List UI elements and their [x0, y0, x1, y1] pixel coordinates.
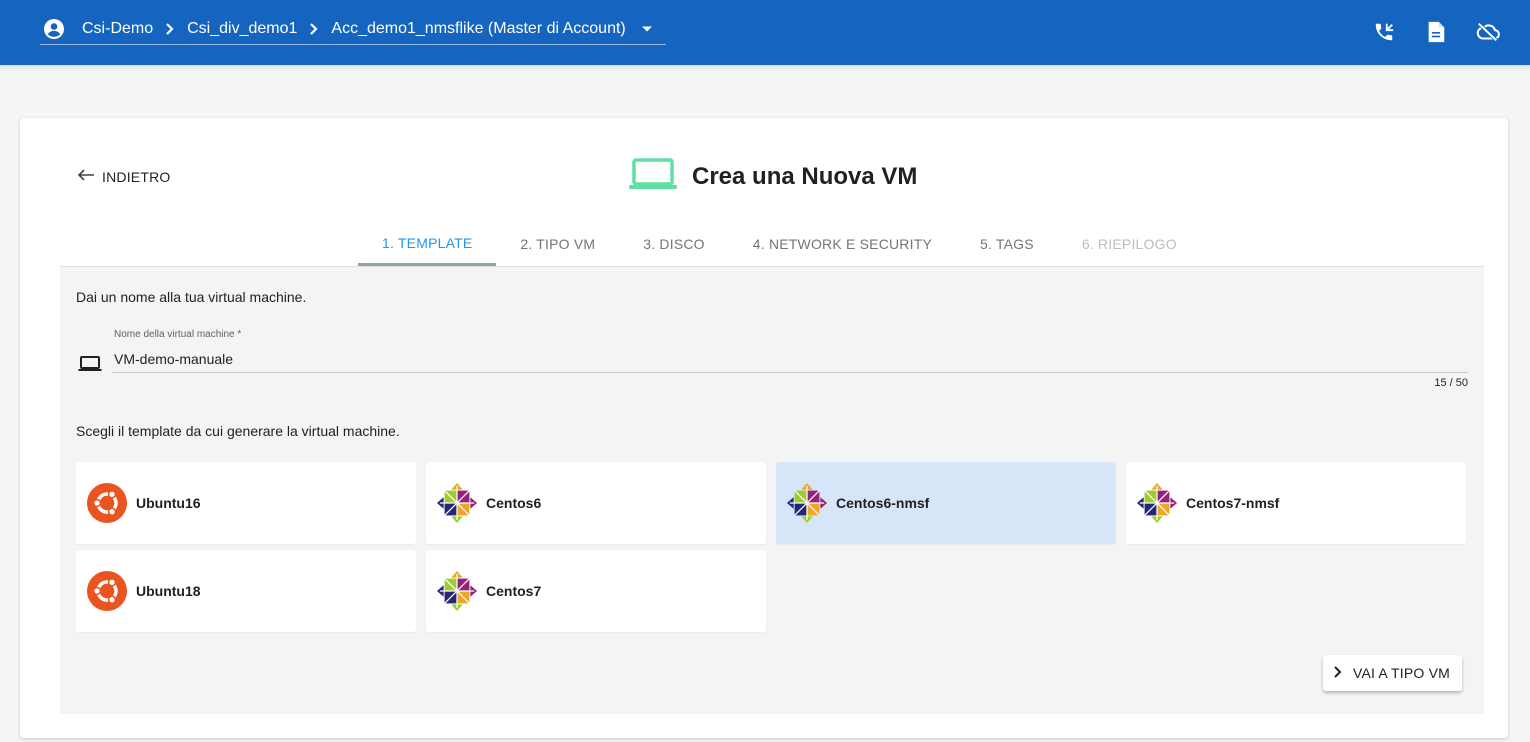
template-grid: Ubuntu16 Centos6 Centos6-nmsf Centos7-nm…: [76, 462, 1468, 632]
laptop-icon: [628, 156, 678, 197]
template-name: Ubuntu18: [136, 583, 201, 599]
name-instructions: Dai un nome alla tua virtual machine.: [76, 289, 307, 305]
tab-tipo-vm[interactable]: 2. TIPO VM: [496, 222, 619, 266]
breadcrumb-item-customer[interactable]: Csi-Demo: [82, 20, 153, 38]
tab-network-security[interactable]: 4. NETWORK E SECURITY: [729, 222, 956, 266]
template-name: Centos7: [486, 583, 542, 599]
tab-template[interactable]: 1. TEMPLATE: [358, 222, 497, 266]
back-button-label: INDIETRO: [102, 168, 171, 185]
template-instructions: Scegli il template da cui generare la vi…: [76, 423, 400, 439]
centos-logo-icon: [1136, 482, 1178, 524]
char-counter: 15 / 50: [1434, 377, 1468, 389]
arrow-left-icon: [76, 168, 96, 185]
breadcrumb-item-division[interactable]: Csi_div_demo1: [187, 20, 297, 38]
tab-disco[interactable]: 3. DISCO: [619, 222, 729, 266]
page-title: Crea una Nuova VM: [692, 162, 918, 190]
vm-name-input[interactable]: [112, 345, 1468, 373]
centos-logo-icon: [436, 570, 478, 612]
vm-name-label: Nome della virtual machine *: [114, 329, 242, 340]
template-card-centos6-nmsf[interactable]: Centos6-nmsf: [776, 462, 1116, 544]
centos-logo-icon: [786, 482, 828, 524]
app-bar: Csi-Demo Csi_div_demo1 Acc_demo1_nmsflik…: [0, 0, 1530, 71]
ubuntu-logo-icon: [86, 570, 128, 612]
page-header: Crea una Nuova VM: [628, 156, 917, 197]
template-card-centos7[interactable]: Centos7: [426, 550, 766, 632]
breadcrumb-item-account[interactable]: Acc_demo1_nmsflike (Master di Account): [331, 20, 625, 38]
go-to-vm-type-label: VAI A TIPO VM: [1352, 665, 1450, 681]
template-name: Centos6: [486, 495, 542, 511]
app-bar-shadow: [0, 65, 1530, 71]
chevron-right-icon: [159, 18, 181, 40]
phone-forward-icon[interactable]: [1372, 20, 1396, 44]
chevron-right-icon: [303, 18, 325, 40]
template-name: Centos6-nmsf: [836, 495, 930, 511]
create-vm-card: INDIETRO Crea una Nuova VM 1. TEMPLATE 2…: [20, 118, 1508, 738]
laptop-icon: [76, 352, 104, 376]
ubuntu-logo-icon: [86, 482, 128, 524]
breadcrumb: Csi-Demo Csi_div_demo1 Acc_demo1_nmsflik…: [40, 14, 666, 45]
tab-riepilogo: 6. RIEPILOGO: [1081, 236, 1177, 252]
template-name: Centos7-nmsf: [1186, 495, 1280, 511]
document-icon[interactable]: [1424, 20, 1448, 44]
account-dropdown-icon[interactable]: [634, 18, 660, 40]
template-card-centos6[interactable]: Centos6: [426, 462, 766, 544]
chevron-right-icon: [1333, 665, 1343, 682]
cloud-off-icon[interactable]: [1476, 20, 1500, 44]
template-card-centos7-nmsf[interactable]: Centos7-nmsf: [1126, 462, 1466, 544]
centos-logo-icon: [436, 482, 478, 524]
app-bar-actions: [1372, 20, 1500, 44]
back-button[interactable]: INDIETRO: [76, 168, 171, 185]
template-card-ubuntu16[interactable]: Ubuntu16: [76, 462, 416, 544]
account-circle-icon[interactable]: [40, 15, 68, 43]
template-name: Ubuntu16: [136, 495, 201, 511]
wizard-tabs: 1. TEMPLATE 2. TIPO VM 3. DISCO 4. NETWO…: [358, 222, 1201, 266]
template-step-panel: Dai un nome alla tua virtual machine. No…: [60, 266, 1484, 714]
tab-tags[interactable]: 5. TAGS: [956, 222, 1058, 266]
go-to-vm-type-button[interactable]: VAI A TIPO VM: [1322, 655, 1462, 691]
template-card-ubuntu18[interactable]: Ubuntu18: [76, 550, 416, 632]
